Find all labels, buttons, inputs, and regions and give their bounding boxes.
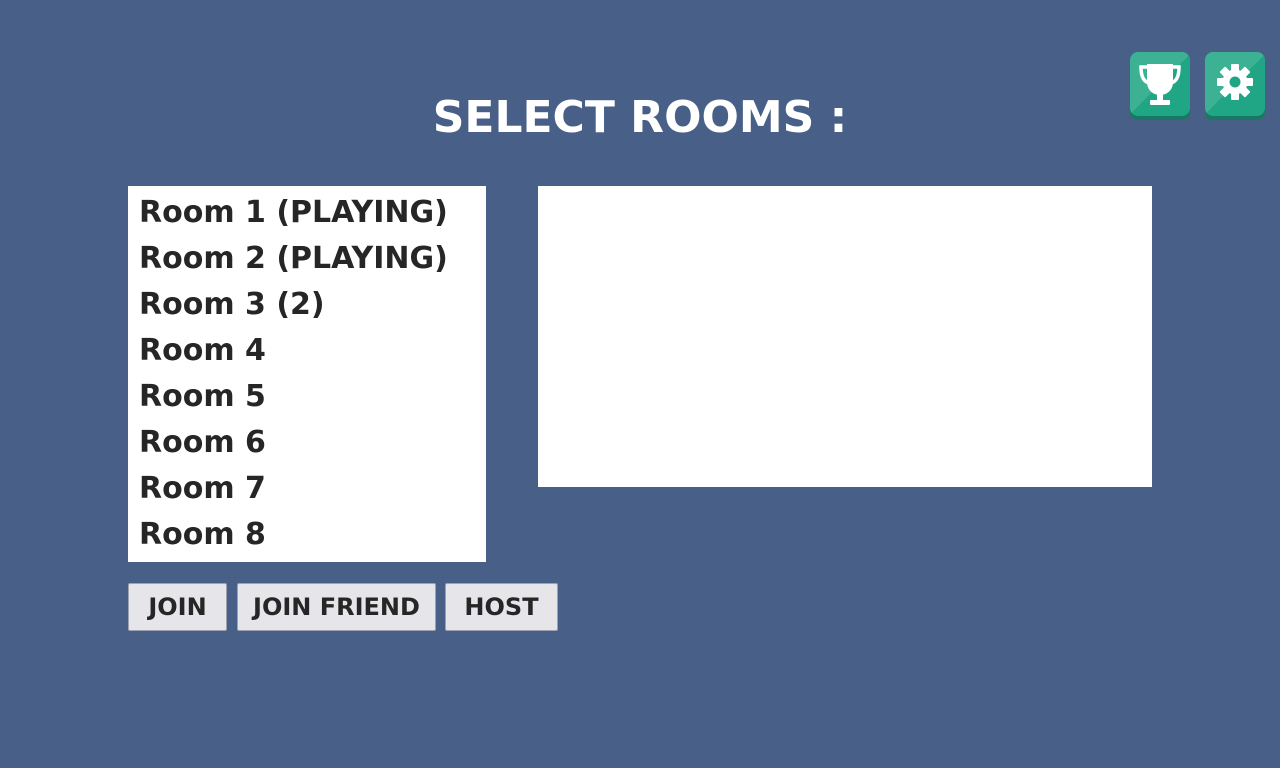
room-list-item[interactable]: Room 2 (PLAYING) — [128, 232, 486, 278]
room-list-item[interactable]: Room 5 — [128, 370, 486, 416]
page-title: SELECT ROOMS : — [432, 92, 848, 143]
join-button[interactable]: JOIN — [128, 583, 227, 631]
room-select-screen: SELECT ROOMS : Room 1 (PLAYING) Room 2 (… — [0, 0, 1280, 768]
room-list-item[interactable]: Room 1 (PLAYING) — [128, 186, 486, 232]
room-list-item[interactable]: Room 3 (2) — [128, 278, 486, 324]
room-list-item[interactable]: Room 4 — [128, 324, 486, 370]
room-list-item[interactable]: Room 8 — [128, 508, 486, 554]
join-friend-button[interactable]: JOIN FRIEND — [237, 583, 436, 631]
room-list-item[interactable]: Room 6 — [128, 416, 486, 462]
host-button[interactable]: HOST — [445, 583, 558, 631]
room-list-item[interactable]: Room 7 — [128, 462, 486, 508]
room-info-panel — [538, 186, 1152, 487]
room-list[interactable]: Room 1 (PLAYING) Room 2 (PLAYING) Room 3… — [128, 186, 486, 562]
